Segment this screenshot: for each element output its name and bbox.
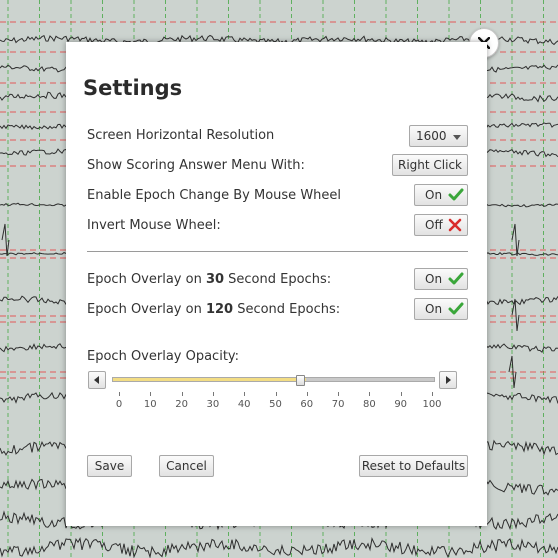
- slider-tick: [400, 392, 402, 396]
- slider-tick-label: 0: [115, 399, 123, 410]
- toggle-state: Off: [425, 218, 443, 232]
- slider-decrease-button[interactable]: [88, 371, 106, 389]
- divider: [87, 251, 468, 252]
- slider-tick: [306, 392, 308, 396]
- resolution-select[interactable]: 1600: [409, 125, 468, 147]
- resolution-value: 1600: [416, 129, 447, 143]
- slider-tick-label: 100: [422, 399, 442, 410]
- slider-tick-label: 80: [363, 399, 376, 410]
- slider-tick: [338, 392, 340, 396]
- slider-track[interactable]: [112, 377, 435, 382]
- slider-tick: [181, 392, 183, 396]
- slider-increase-button[interactable]: [439, 371, 457, 389]
- reset-defaults-button[interactable]: Reset to Defaults: [359, 455, 468, 477]
- slider-tick-label: 30: [206, 399, 220, 410]
- slider-tick: [432, 392, 433, 396]
- slider-tick-label: 40: [237, 399, 251, 410]
- invert-wheel-label: Invert Mouse Wheel:: [87, 218, 221, 233]
- slider-thumb[interactable]: [295, 375, 305, 386]
- slider-tick: [119, 392, 120, 396]
- slider-fill: [113, 378, 306, 381]
- check-icon: [448, 272, 464, 285]
- opacity-slider[interactable]: [88, 371, 460, 391]
- overlay-120-toggle[interactable]: On: [414, 298, 468, 320]
- slider-tick: [275, 392, 277, 396]
- chevron-left-icon: [94, 376, 99, 384]
- x-icon: [448, 218, 462, 232]
- epoch-wheel-label: Enable Epoch Change By Mouse Wheel: [87, 188, 342, 203]
- answer-menu-label: Show Scoring Answer Menu With:: [87, 158, 305, 173]
- slider-tick-label: 90: [394, 399, 408, 410]
- settings-dialog: Settings Screen Horizontal Resolution 16…: [66, 42, 487, 526]
- dialog-title: Settings: [83, 76, 183, 100]
- slider-ticks: 0 10 20 30 40 50 60 70 80 90 100: [88, 392, 460, 422]
- epoch-wheel-toggle[interactable]: On: [414, 184, 468, 206]
- slider-tick: [150, 392, 152, 396]
- toggle-state: On: [425, 272, 443, 286]
- overlay-30-label: Epoch Overlay on 30 Second Epochs:: [87, 272, 332, 287]
- slider-tick: [244, 392, 246, 396]
- save-button[interactable]: Save: [87, 455, 132, 477]
- opacity-label: Epoch Overlay Opacity:: [87, 349, 240, 364]
- overlay-120-number: 120: [205, 302, 234, 317]
- slider-tick: [369, 392, 371, 396]
- slider-tick-label: 60: [300, 399, 314, 410]
- chevron-down-icon: [453, 135, 461, 140]
- right-click-button[interactable]: Right Click: [392, 154, 468, 176]
- toggle-state: On: [425, 188, 443, 202]
- check-icon: [448, 302, 464, 315]
- chevron-right-icon: [446, 376, 451, 384]
- toggle-state: On: [425, 302, 443, 316]
- cancel-button[interactable]: Cancel: [159, 455, 214, 477]
- slider-tick-label: 10: [143, 399, 157, 410]
- resolution-label: Screen Horizontal Resolution: [87, 128, 275, 143]
- check-icon: [448, 188, 464, 201]
- slider-tick-label: 70: [331, 399, 345, 410]
- slider-tick: [212, 392, 214, 396]
- slider-tick-label: 20: [175, 399, 188, 410]
- overlay-30-number: 30: [205, 272, 225, 287]
- overlay-30-toggle[interactable]: On: [414, 268, 468, 290]
- overlay-120-label: Epoch Overlay on 120 Second Epochs:: [87, 302, 341, 317]
- invert-wheel-toggle[interactable]: Off: [414, 214, 468, 236]
- slider-tick-label: 50: [269, 399, 282, 410]
